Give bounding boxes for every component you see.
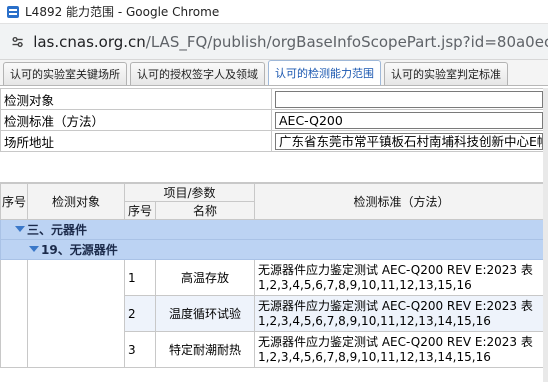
header-row-1: 序号 检测对象 项目/参数 检测标准（方法） (0, 183, 548, 220)
item-seq-cell: 2 (124, 295, 156, 332)
window-titlebar: L4892 能力范围 - Google Chrome (0, 0, 548, 24)
filter-row-standard: 检测标准（方法） AEC-Q200 (0, 109, 548, 131)
site-select[interactable]: 广东省东莞市常平镇板石村南埔科技创新中心E幢 (275, 132, 543, 150)
window-title: L4892 能力范围 - Google Chrome (25, 5, 220, 19)
tab-key-locations[interactable]: 认可的实验室关键场所 (3, 62, 127, 85)
item-name-cell: 高温存放 (154, 259, 256, 296)
standard-cell: 无源器件应力鉴定测试 AEC-Q200 REV E:2023 表1,2,3,4,… (254, 331, 548, 368)
url-text[interactable]: las.cnas.org.cn/LAS_FQ/publish/orgBaseIn… (33, 33, 548, 51)
object-cell (27, 259, 125, 368)
header-item-seq: 序号 (124, 201, 156, 220)
seq-cell (0, 259, 28, 368)
triangle-down-icon[interactable] (29, 246, 39, 252)
tab-testing-scope[interactable]: 认可的检测能力范围 (268, 60, 381, 85)
header-item-group: 项目/参数 (123, 183, 256, 202)
item-seq-cell: 3 (124, 331, 156, 368)
spacer (0, 155, 548, 183)
object-label: 检测对象 (0, 88, 272, 110)
scope-table: 序号 检测对象 项目/参数 检测标准（方法） 序号 名称 三、元器件 19、无源… (0, 183, 548, 368)
item-name-cell: 温度循环试验 (154, 295, 256, 332)
header-item-name: 名称 (154, 201, 256, 220)
header-seq: 序号 (0, 183, 28, 220)
item-seq-cell: 1 (124, 259, 156, 296)
vertical-scrollbar[interactable] (543, 88, 548, 382)
header-object: 检测对象 (27, 183, 125, 220)
filter-row-object: 检测对象 (0, 88, 548, 110)
tab-authorized-signatories[interactable]: 认可的授权签字人及领域 (130, 62, 265, 85)
site-label: 场所地址 (0, 130, 272, 152)
filter-row-site: 场所地址 广东省东莞市常平镇板石村南埔科技创新中心E幢 (0, 130, 548, 152)
standard-input[interactable]: AEC-Q200 (275, 111, 543, 129)
tab-strip: 认可的实验室关键场所 认可的授权签字人及领域 认可的检测能力范围 认可的实验室判… (0, 60, 548, 86)
url-path: /LAS_FQ/publish/orgBaseInfoScopePart.jsp… (145, 32, 548, 51)
filter-form: 检测对象 检测标准（方法） AEC-Q200 场所地址 广东省东莞市常平镇板石村… (0, 88, 548, 152)
standard-cell: 无源器件应力鉴定测试 AEC-Q200 REV E:2023 表1,2,3,4,… (254, 295, 548, 332)
item-name-cell: 特定耐潮耐热 (154, 331, 256, 368)
triangle-down-icon[interactable] (15, 226, 25, 232)
table-row: 1 高温存放 无源器件应力鉴定测试 AEC-Q200 REV E:2023 表1… (0, 259, 548, 368)
subgroup-label: 19、无源器件 (41, 243, 118, 257)
address-bar[interactable]: las.cnas.org.cn/LAS_FQ/publish/orgBaseIn… (0, 24, 548, 60)
cnas-logo-icon (7, 5, 19, 18)
url-host: las.cnas.org.cn (33, 32, 146, 51)
tune-icon[interactable] (10, 33, 25, 51)
group-row[interactable]: 三、元器件 (0, 219, 548, 240)
object-input[interactable] (275, 90, 543, 108)
standard-cell: 无源器件应力鉴定测试 AEC-Q200 REV E:2023 表1,2,3,4,… (254, 259, 548, 296)
group-label: 三、元器件 (27, 223, 88, 237)
tab-decision-rules[interactable]: 认可的实验室判定标准 (384, 62, 508, 85)
header-standard: 检测标准（方法） (254, 183, 548, 220)
standard-label: 检测标准（方法） (0, 109, 272, 131)
subgroup-row[interactable]: 19、无源器件 (0, 239, 548, 260)
